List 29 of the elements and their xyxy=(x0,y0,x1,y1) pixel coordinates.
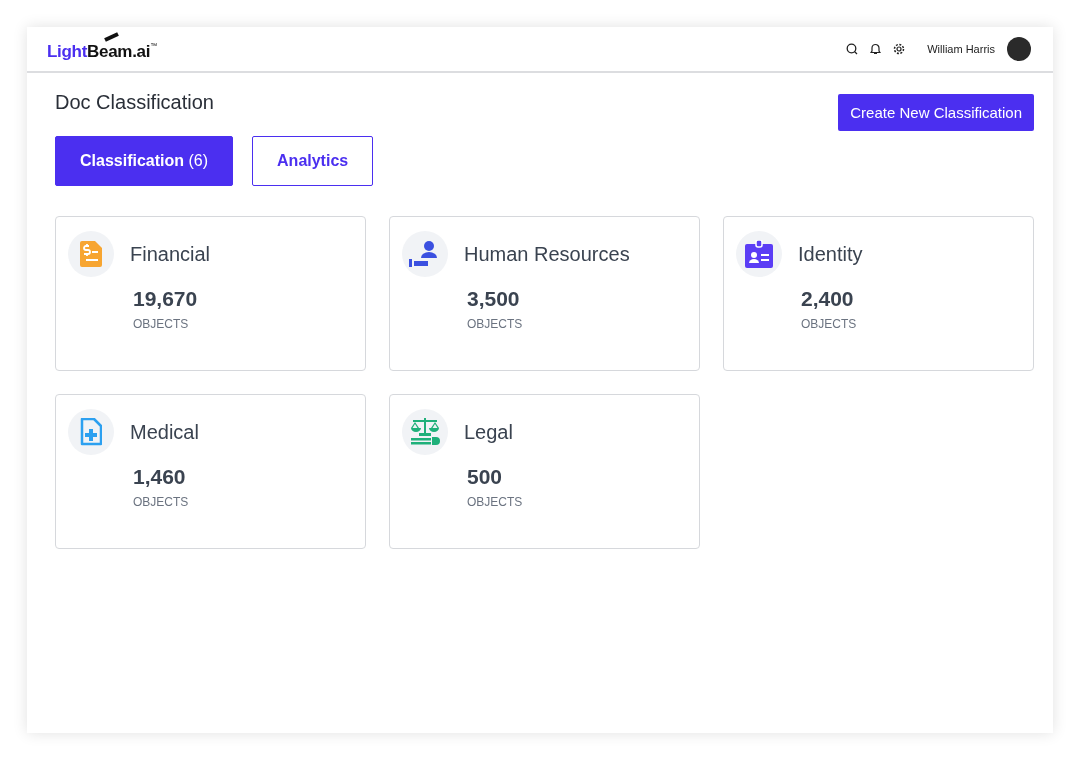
category-name: Human Resources xyxy=(464,242,630,266)
category-name: Legal xyxy=(464,420,513,444)
tab[interactable]: Classification (6) xyxy=(55,136,234,186)
bell-icon[interactable] xyxy=(870,43,882,55)
category-card[interactable]: Legal 500 OBJECTS xyxy=(389,394,700,549)
category-name: Identity xyxy=(798,242,863,266)
category-card[interactable]: Financial 19,670 OBJECTS xyxy=(55,216,366,371)
object-count: 500 xyxy=(467,465,503,489)
search-icon[interactable] xyxy=(846,43,859,55)
settings-icon[interactable] xyxy=(893,43,906,55)
create-classification-button[interactable]: Create New Classification xyxy=(838,94,1034,131)
count-unit: OBJECTS xyxy=(467,317,523,331)
category-name: Financial xyxy=(130,242,211,266)
count-unit: OBJECTS xyxy=(801,317,857,331)
tab[interactable]: Analytics xyxy=(252,136,374,186)
count-unit: OBJECTS xyxy=(133,495,189,509)
category-name: Medical xyxy=(130,420,199,444)
user-name[interactable]: William Harris xyxy=(927,43,995,55)
user-avatar[interactable] xyxy=(1007,37,1031,61)
category-card[interactable]: Identity 2,400 OBJECTS xyxy=(723,216,1034,371)
page-title: Doc Classification xyxy=(55,91,214,114)
object-count: 3,500 xyxy=(467,287,520,311)
category-card[interactable]: Medical 1,460 OBJECTS xyxy=(55,394,366,549)
category-card[interactable]: Human Resources 3,500 OBJECTS xyxy=(389,216,700,371)
object-count: 1,460 xyxy=(133,465,186,489)
count-unit: OBJECTS xyxy=(467,495,523,509)
count-unit: OBJECTS xyxy=(133,317,189,331)
object-count: 19,670 xyxy=(133,287,198,311)
object-count: 2,400 xyxy=(801,287,854,311)
